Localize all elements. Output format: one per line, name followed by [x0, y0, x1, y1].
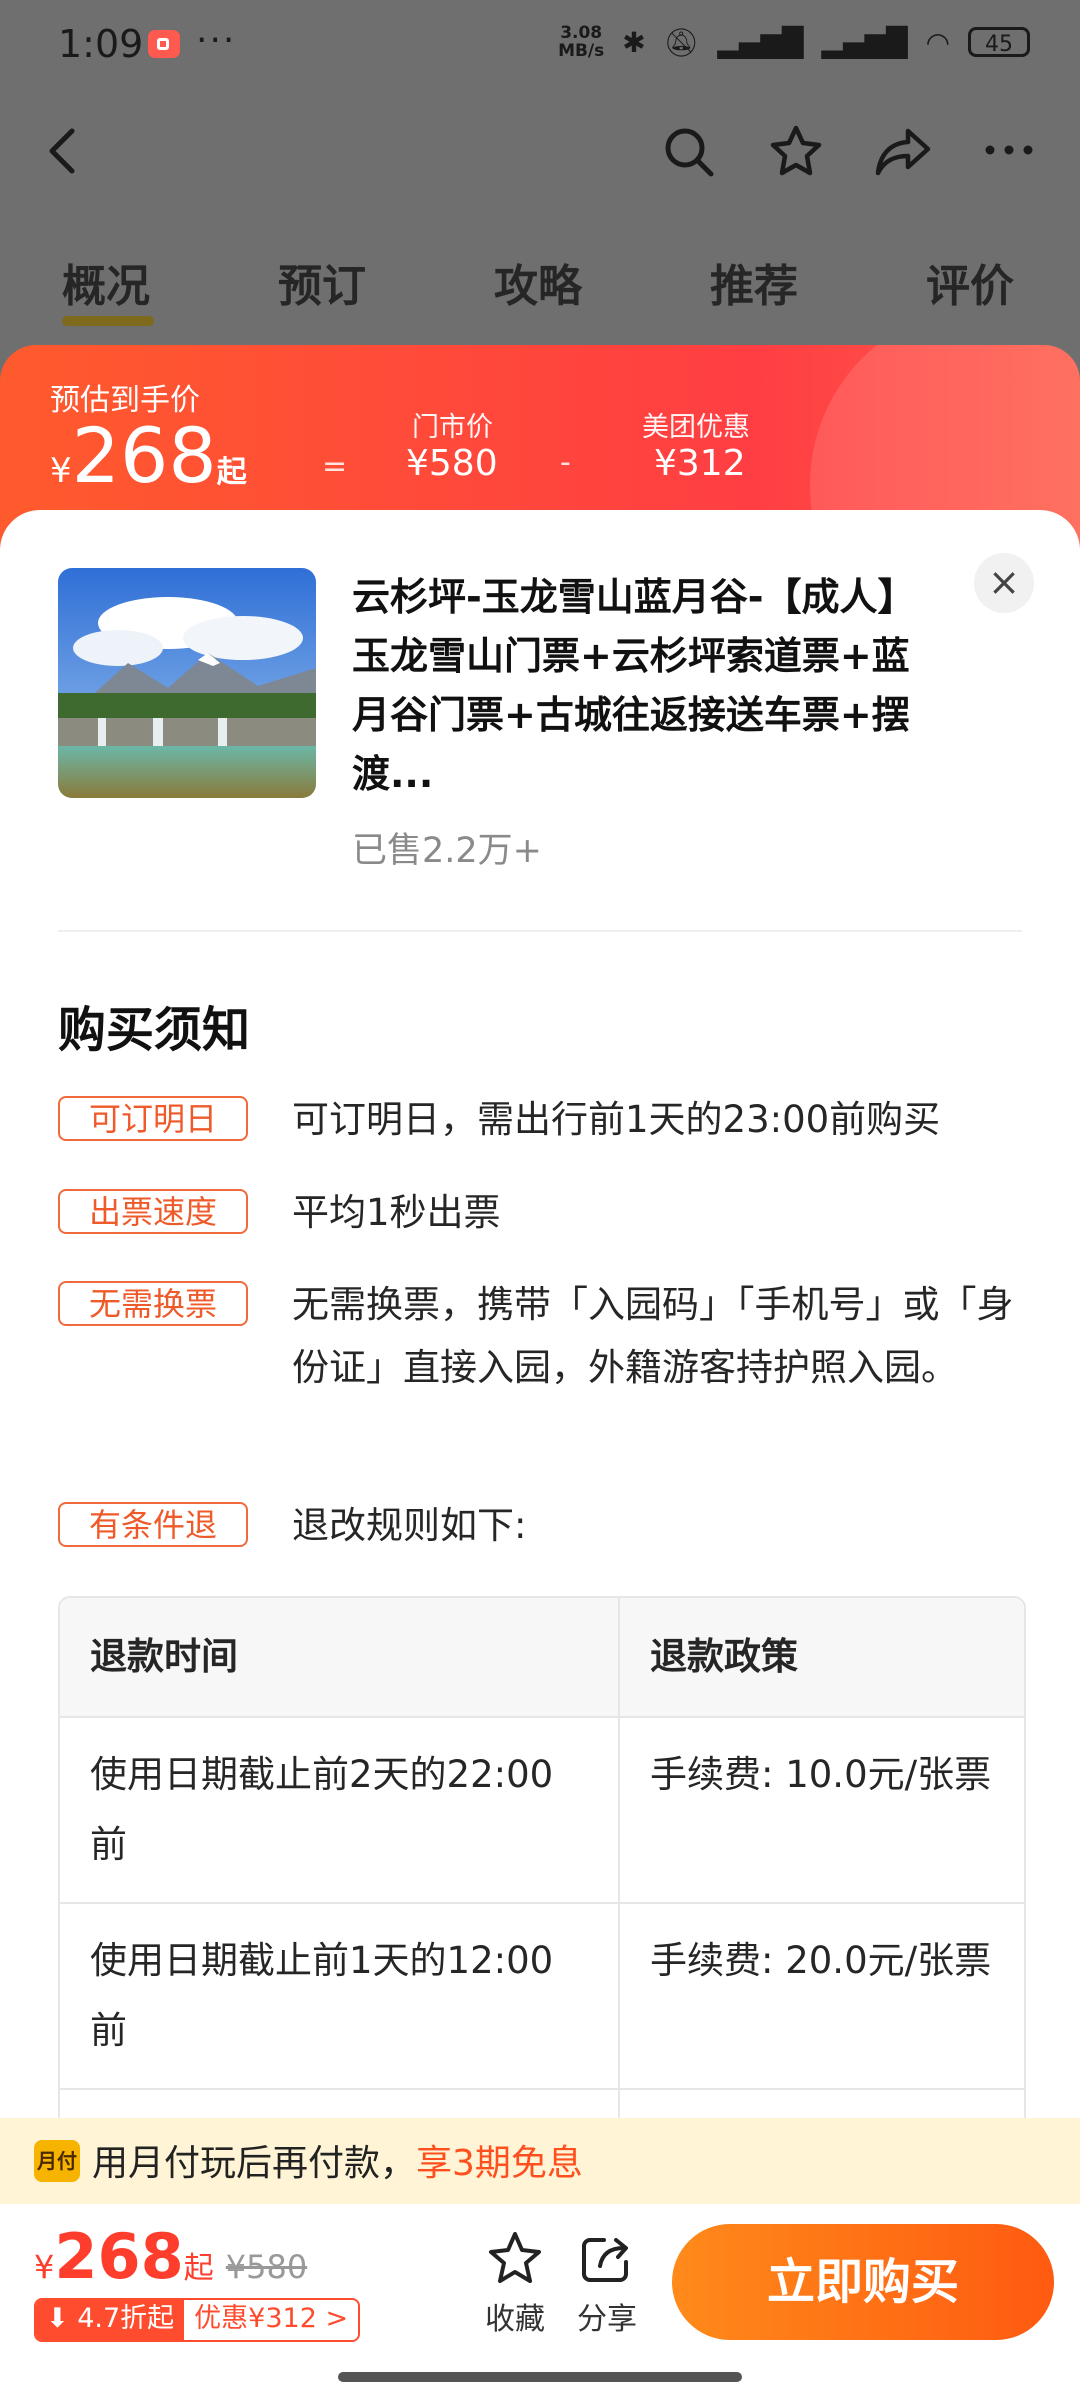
notice-tag-refund: 有条件退	[58, 1502, 248, 1547]
divider	[58, 930, 1022, 932]
product-title[interactable]: 云杉坪-玉龙雪山蓝月谷-【成人】玉龙雪山门票+云杉坪索道票+蓝月谷门票+古城往返…	[352, 568, 942, 804]
est-price: ¥268起	[50, 411, 247, 501]
share-label: 分享	[577, 2302, 637, 2337]
bottom-currency: ¥	[34, 2248, 55, 2286]
favorite-label: 收藏	[485, 2302, 545, 2337]
bottom-qi: 起	[183, 2251, 214, 2286]
top-nav	[0, 95, 1080, 205]
more-icon[interactable]	[984, 143, 1034, 157]
table-cell: 使用日期截止前2天的22:00前	[60, 1718, 620, 1902]
home-indicator[interactable]	[338, 2372, 742, 2382]
monthly-pay-icon: 月付	[34, 2140, 80, 2182]
table-header-row: 退款时间 退款政策	[60, 1598, 1024, 1716]
notice-text-ticket-speed: 平均1秒出票	[292, 1191, 501, 1234]
status-more: ···	[196, 20, 237, 61]
est-qi: 起	[216, 455, 247, 490]
bluetooth-icon: ✱	[622, 25, 646, 59]
net-speed: 3.08 MB/s	[558, 24, 604, 60]
share-icon[interactable]	[874, 125, 932, 177]
minus-sign: -	[560, 445, 571, 480]
market-price: ¥580	[406, 443, 498, 484]
promo-label: 用月付玩后再付款，	[92, 2143, 417, 2184]
close-icon[interactable]: ×	[974, 553, 1034, 613]
discount-rate-text: 4.7折起	[77, 2303, 175, 2334]
status-time: 1:09	[58, 22, 144, 66]
original-price: ¥580	[225, 2248, 308, 2286]
favorite-star-icon	[489, 2232, 541, 2283]
signal-icon-1: ▂▄▆█	[717, 25, 804, 59]
tab-recommend[interactable]: 推荐	[710, 250, 798, 314]
notice-text-refund: 退改规则如下:	[292, 1504, 527, 1547]
tab-guide[interactable]: 攻略	[494, 250, 582, 314]
bottom-price-value: 268	[54, 2220, 184, 2293]
buy-now-button[interactable]: 立即购买	[672, 2224, 1054, 2340]
table-row: 使用日期截止前2天的22:00前 手续费: 10.0元/张票	[60, 1716, 1024, 1902]
search-icon[interactable]	[662, 125, 716, 179]
est-currency: ¥	[50, 451, 72, 491]
meituan-discount-label: 美团优惠	[642, 412, 750, 443]
table-header: 退款时间	[60, 1598, 620, 1716]
favorite-button[interactable]: 收藏	[470, 2230, 560, 2338]
discount-arrow-icon: ⬇	[46, 2303, 78, 2334]
discount-rate: ⬇ 4.7折起	[36, 2300, 185, 2340]
est-price-value: 268	[71, 411, 217, 500]
back-icon[interactable]	[40, 125, 84, 177]
table-header: 退款政策	[650, 1635, 798, 1678]
market-price-label: 门市价	[412, 412, 493, 443]
tab-overview[interactable]: 概况	[62, 250, 150, 314]
promo-highlight: 享3期免息	[416, 2143, 583, 2184]
table-cell: 使用日期截止前1天的12:00前	[60, 1904, 620, 2088]
status-icons: 3.08 MB/s ✱ 🔕︎ ▂▄▆█ ▂▄▆█ ◠ 45	[558, 24, 1030, 60]
wifi-icon: ◠	[925, 25, 950, 59]
battery-icon: 45	[968, 27, 1030, 57]
notice-text-bookable: 可订明日，需出行前1天的23:00前购买	[292, 1098, 941, 1141]
notice-tag-bookable: 可订明日	[58, 1096, 248, 1141]
sold-count: 已售2.2万+	[352, 831, 542, 871]
favorite-star-icon[interactable]	[768, 123, 824, 179]
net-speed-value: 3.08	[560, 23, 603, 43]
notice-tag-no-exchange: 无需换票	[58, 1281, 248, 1326]
mute-bell-icon: 🔕︎	[663, 25, 700, 59]
signal-icon-2: ▂▄▆█	[821, 25, 908, 59]
refund-table: 退款时间 退款政策 使用日期截止前2天的22:00前 手续费: 10.0元/张票…	[58, 1596, 1026, 2206]
product-thumbnail	[58, 568, 316, 798]
table-cell: 手续费: 20.0元/张票	[650, 1939, 992, 1982]
share-icon	[582, 2238, 628, 2282]
bottom-price: ¥268起 ¥580	[34, 2220, 307, 2293]
status-bar: 1:09 ··· 3.08 MB/s ✱ 🔕︎ ▂▄▆█ ▂▄▆█ ◠ 45	[0, 0, 1080, 95]
table-cell: 手续费: 10.0元/张票	[650, 1753, 992, 1796]
promo-text: 用月付玩后再付款，享3期免息	[92, 2134, 583, 2186]
table-row: 使用日期截止前1天的12:00前 手续费: 20.0元/张票	[60, 1902, 1024, 2088]
equals-sign: =	[322, 449, 348, 484]
section-tabs: 概况 预订 攻略 推荐 评价	[0, 250, 1080, 326]
net-speed-unit: MB/s	[558, 41, 605, 61]
purchase-notice-heading: 购买须知	[58, 1002, 251, 1058]
discount-amount: 优惠¥312 >	[184, 2300, 359, 2340]
notice-text-no-exchange: 无需换票，携带「入园码」「手机号」或「身份证」直接入园，外籍游客持护照入园。	[292, 1283, 1014, 1389]
share-button[interactable]: 分享	[562, 2230, 652, 2338]
tab-reviews[interactable]: 评价	[926, 250, 1014, 314]
notice-tag-ticket-speed: 出票速度	[58, 1189, 248, 1234]
tab-booking[interactable]: 预订	[278, 250, 366, 314]
screen-record-icon	[148, 30, 180, 58]
discount-badge[interactable]: ⬇ 4.7折起 优惠¥312 >	[34, 2298, 361, 2342]
active-tab-indicator	[62, 316, 154, 326]
meituan-discount: ¥312	[654, 443, 746, 484]
